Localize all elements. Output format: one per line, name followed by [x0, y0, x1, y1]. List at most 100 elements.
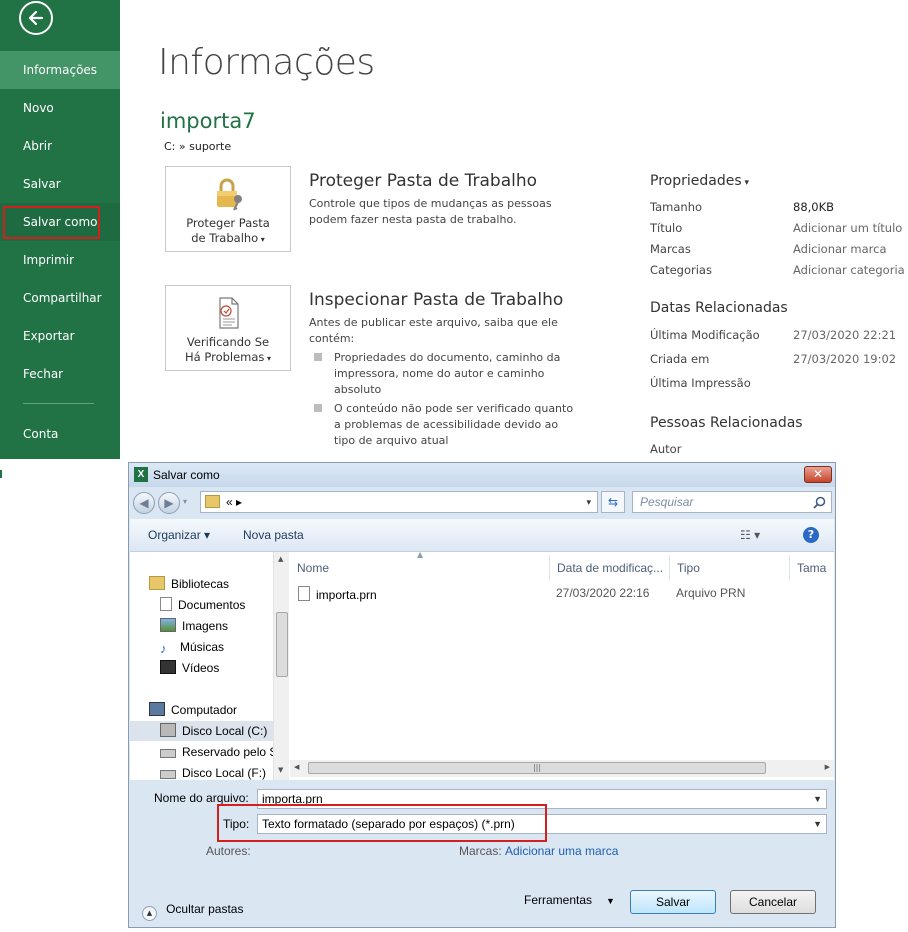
- backstage-view: Informações Novo Abrir Salvar Salvar com…: [0, 0, 908, 462]
- chevron-down-icon[interactable]: ▼: [813, 790, 822, 808]
- page-title: Informações: [158, 42, 375, 83]
- nav-imprimir[interactable]: Imprimir: [0, 241, 120, 279]
- scroll-down-icon[interactable]: ▼: [278, 766, 283, 774]
- chevron-down-icon[interactable]: ▼: [813, 815, 822, 833]
- computer-icon: [149, 702, 165, 716]
- tree-item-musicas[interactable]: ♪ Músicas: [130, 637, 273, 657]
- prop-value-titulo[interactable]: Adicionar um título: [793, 221, 902, 235]
- drive-icon: [160, 723, 176, 737]
- tree-item-imagens[interactable]: Imagens: [130, 616, 273, 636]
- tree-item-disco-f[interactable]: Disco Local (F:): [130, 763, 273, 780]
- videos-icon: [160, 660, 176, 674]
- dialog-titlebar[interactable]: X Salvar como ✕: [129, 463, 835, 487]
- save-button[interactable]: Salvar: [630, 890, 716, 914]
- prop-label-titulo: Título: [650, 221, 683, 235]
- search-input[interactable]: Pesquisar: [632, 491, 832, 513]
- column-header-type[interactable]: Tipo: [670, 555, 790, 581]
- properties-dropdown[interactable]: Propriedades ▾: [650, 173, 749, 189]
- scrollbar-thumb[interactable]: [276, 612, 288, 677]
- authors-label: Autores:: [206, 844, 251, 858]
- nav-fechar[interactable]: Fechar: [0, 355, 120, 393]
- tree-item-documentos[interactable]: Documentos: [130, 595, 273, 615]
- column-header-size[interactable]: Tama: [790, 555, 834, 581]
- horizontal-scrollbar-thumb[interactable]: |||: [308, 762, 766, 774]
- search-placeholder: Pesquisar: [640, 495, 694, 509]
- scroll-up-icon[interactable]: ▲: [278, 555, 283, 563]
- address-dropdown-icon[interactable]: ▾: [586, 492, 591, 512]
- address-path: « ▸: [226, 495, 243, 509]
- hide-folders-toggle[interactable]: ▲ Ocultar pastas: [142, 898, 243, 921]
- tree-label: Bibliotecas: [171, 577, 230, 591]
- nav-informacoes[interactable]: Informações: [0, 51, 120, 89]
- prop-value-categorias[interactable]: Adicionar categoria: [793, 263, 905, 277]
- tools-label: Ferramentas: [524, 893, 593, 907]
- navigation-scrollbar[interactable]: ▲ ▼: [273, 552, 289, 780]
- document-check-icon: [208, 294, 248, 332]
- file-name: importa7: [160, 109, 256, 133]
- view-options-icon[interactable]: ☷ ▾: [740, 528, 760, 542]
- nav-exportar[interactable]: Exportar: [0, 317, 120, 355]
- forward-nav-icon[interactable]: ▶: [158, 492, 180, 514]
- hide-folders-label: Ocultar pastas: [166, 902, 244, 916]
- nav-separator: [23, 403, 94, 404]
- recent-dropdown-icon[interactable]: ▾: [183, 497, 187, 506]
- prop-value-marcas[interactable]: Adicionar marca: [793, 242, 887, 256]
- new-folder-button[interactable]: Nova pasta: [243, 528, 304, 542]
- prop-value-tamanho: 88,0KB: [793, 200, 835, 214]
- inspect-description: Antes de publicar este arquivo, saiba qu…: [309, 316, 558, 345]
- nav-novo[interactable]: Novo: [0, 89, 120, 127]
- chevron-down-icon: ▾: [741, 178, 750, 188]
- tree-label: Computador: [171, 703, 238, 717]
- tree-item-disco-c[interactable]: Disco Local (C:): [130, 721, 273, 741]
- help-icon[interactable]: ?: [803, 527, 819, 543]
- nav-abrir[interactable]: Abrir: [0, 127, 120, 165]
- address-input[interactable]: « ▸ ▾: [200, 491, 598, 513]
- cancel-button[interactable]: Cancelar: [730, 890, 816, 914]
- music-icon: ♪: [160, 641, 167, 656]
- chevron-down-icon: ▾: [264, 354, 271, 363]
- nav-conta[interactable]: Conta: [0, 415, 120, 453]
- inspect-bullet-2: O conteúdo não pode ser verificado quant…: [334, 402, 574, 447]
- inspect-heading: Inspecionar Pasta de Trabalho: [309, 290, 564, 310]
- tree-item-videos[interactable]: Vídeos: [130, 658, 273, 678]
- pictures-icon: [160, 618, 176, 632]
- tree-item-computador[interactable]: Computador: [130, 700, 273, 720]
- date-label-created: Criada em: [650, 352, 710, 366]
- column-header-date[interactable]: Data de modificaç...: [550, 555, 670, 581]
- check-issues-button[interactable]: Verificando Se Há Problemas ▾: [165, 285, 291, 371]
- address-bar-row: ◀ ▶ ▾ « ▸ ▾ ⇆ Pesquisar: [129, 487, 835, 517]
- scroll-left-icon[interactable]: ◀: [294, 763, 299, 771]
- protect-button-line2: de Trabalho: [191, 231, 259, 245]
- back-arrow-icon[interactable]: [19, 1, 53, 35]
- save-as-dialog: X Salvar como ✕ ◀ ▶ ▾ « ▸ ▾ ⇆ Pesquisar …: [128, 462, 836, 928]
- add-tag-link[interactable]: Adicionar uma marca: [505, 844, 618, 858]
- browser-area: Bibliotecas Documentos Imagens ♪ Músicas …: [130, 550, 834, 780]
- close-icon[interactable]: ✕: [804, 466, 832, 483]
- nav-salvar[interactable]: Salvar: [0, 165, 120, 203]
- refresh-icon[interactable]: ⇆: [601, 491, 625, 513]
- properties-title: Propriedades: [650, 173, 742, 189]
- navigation-pane: Bibliotecas Documentos Imagens ♪ Músicas …: [130, 552, 273, 780]
- prop-label-tamanho: Tamanho: [650, 200, 703, 214]
- nav-compartilhar[interactable]: Compartilhar: [0, 279, 120, 317]
- file-type-cell: Arquivo PRN: [676, 586, 746, 600]
- prop-label-marcas: Marcas: [650, 242, 691, 256]
- dialog-bottom-area: Nome do arquivo: importa.prn ▼ Tipo: Text…: [130, 780, 834, 927]
- organize-button[interactable]: Organizar ▾: [148, 528, 210, 542]
- protect-workbook-button[interactable]: Proteger Pasta de Trabalho ▾: [165, 166, 291, 252]
- green-edge-mark: [0, 470, 2, 478]
- date-value-created: 27/03/2020 19:02: [793, 352, 897, 366]
- drive-icon: [160, 749, 176, 758]
- tags-label: Marcas:: [459, 844, 502, 858]
- horizontal-scrollbar[interactable]: ◀ ||| ▶: [290, 760, 834, 777]
- scroll-right-icon[interactable]: ▶: [825, 763, 830, 771]
- column-header-name[interactable]: Nome: [290, 555, 550, 581]
- inspect-bullet-1: Propriedades do documento, caminho da im…: [334, 351, 561, 396]
- back-nav-icon[interactable]: ◀: [133, 492, 155, 514]
- date-label-modified: Última Modificação: [650, 328, 760, 342]
- bullet-icon: [314, 404, 322, 412]
- tools-button[interactable]: Ferramentas ▼: [524, 893, 615, 907]
- tree-item-bibliotecas[interactable]: Bibliotecas: [130, 574, 273, 594]
- file-list: ▲ Nome Data de modificaç... Tipo Tama im…: [290, 550, 834, 780]
- tree-item-reservado[interactable]: Reservado pelo S: [130, 742, 273, 762]
